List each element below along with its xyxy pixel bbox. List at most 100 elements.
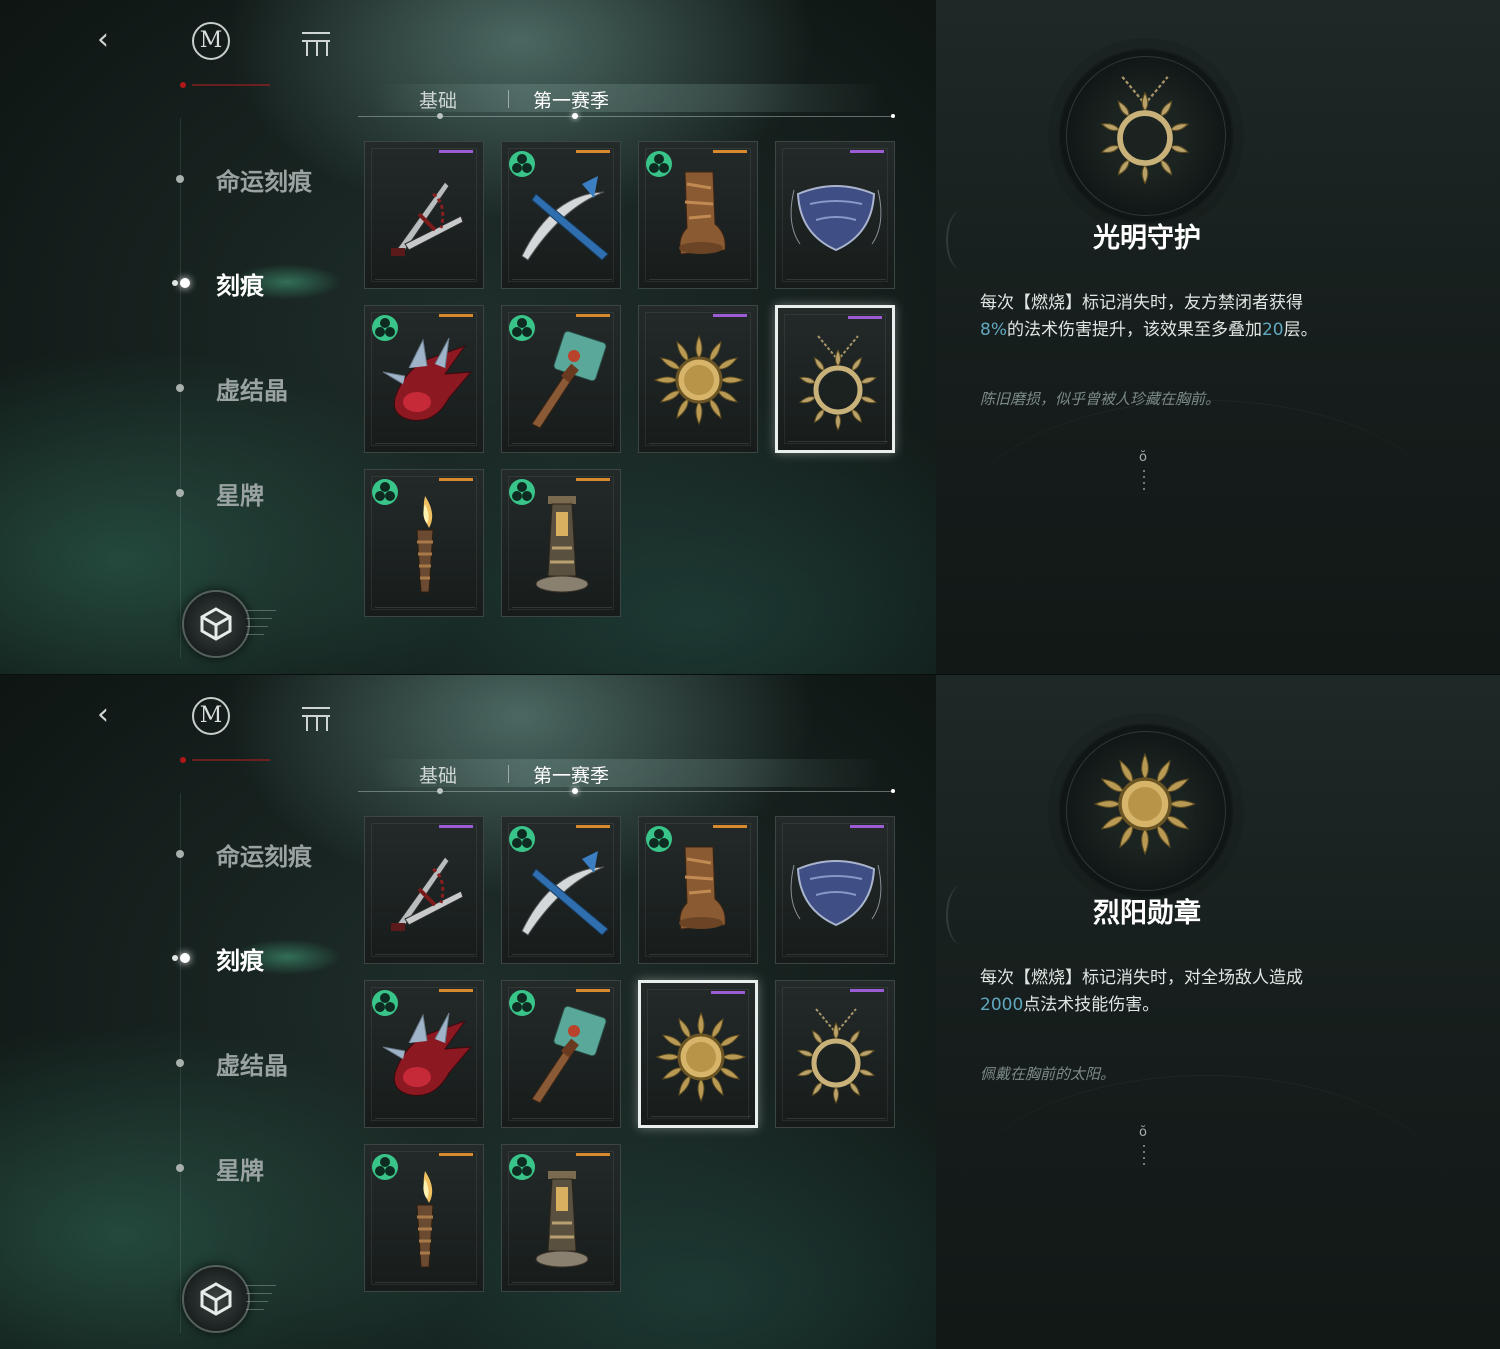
sidebar-dot [180,953,190,963]
item-card[interactable] [501,1144,621,1292]
description-text: 点法术技能伤害。 [1023,995,1160,1015]
rarity-bar [576,150,610,153]
item-description: 每次【燃烧】标记消失时，友方禁闭者获得 8%的法术伤害提升，该效果至多叠加20层。 [980,290,1320,344]
sidebar-dot [176,1164,184,1172]
crossed-blades-icon [512,839,612,943]
item-card[interactable] [775,305,895,453]
highlight-value: 20 [1261,320,1284,340]
menu-button[interactable] [302,28,330,56]
tab-divider [508,90,509,108]
rarity-bar [576,825,610,828]
tab[interactable]: 第一赛季 [533,761,609,788]
red-crystal-icon [375,328,475,432]
m-logo-icon[interactable]: M [192,697,230,735]
item-grid [364,141,898,621]
item-card[interactable] [364,305,484,453]
rarity-bar [439,1153,473,1156]
item-card[interactable] [638,141,758,289]
card-footer-line [375,1282,475,1283]
item-card[interactable] [501,305,621,453]
back-button[interactable]: ‹ [88,22,118,58]
scroll-marker-icon: ŏ [1139,450,1148,490]
rarity-bar [713,825,747,828]
item-card[interactable] [364,816,484,964]
item-title: 光明守护 [1093,223,1201,254]
card-footer-line [375,954,475,955]
lantern-pillar-icon [512,1167,612,1271]
sidebar-dot [176,850,184,858]
item-card[interactable] [775,141,895,289]
description-text: 每次【燃烧】标记消失时，友方禁闭者获得 [980,293,1303,313]
tab[interactable]: 基础 [419,761,457,788]
sun-necklace-icon [788,330,888,434]
rarity-bar [439,825,473,828]
rarity-bar [576,314,610,317]
item-card[interactable] [364,141,484,289]
description-text: 每次【燃烧】标记消失时，对全场敌人造成 [980,968,1303,988]
item-card[interactable] [638,980,758,1128]
active-dot [172,280,178,286]
card-footer-line [788,441,888,442]
highlight-value: 8% [980,320,1007,340]
rarity-bar [439,314,473,317]
item-card[interactable] [775,980,895,1128]
crossed-blades-icon [512,164,612,268]
wooden-boot-icon [649,164,749,268]
rarity-bar [439,150,473,153]
sidebar-item-label: 星牌 [216,481,264,510]
rarity-bar [711,991,745,994]
menu-button[interactable] [302,703,330,731]
item-card[interactable] [501,816,621,964]
item-card[interactable] [638,816,758,964]
sidebar-item-label: 虚结晶 [216,1051,288,1080]
detail-background-arc [956,400,1456,661]
sidebar-dot [176,489,184,497]
m-logo-icon[interactable]: M [192,22,230,60]
tab-end-dot [891,789,895,793]
sidebar-item-label: 刻痕 [216,946,264,975]
sidebar-dot [180,278,190,288]
scroll-marker-icon: ŏ [1139,1125,1148,1165]
sidebar-item-label: 虚结晶 [216,376,288,405]
detail-panel: 烈阳勋章 每次【燃烧】标记消失时，对全场敌人造成 2000点法术技能伤害。 佩戴在胸前… [936,675,1500,1349]
item-card[interactable] [364,469,484,617]
torch-icon [375,492,475,596]
cube-decoration [246,606,280,642]
card-footer-line [649,954,749,955]
sidebar-dot [176,1059,184,1067]
back-button[interactable]: ‹ [88,697,118,733]
screen-divider [0,674,1500,675]
item-card[interactable] [364,980,484,1128]
card-footer-line [375,279,475,280]
flavor-text: 佩戴在胸前的太阳。 [980,1065,1116,1083]
tab-divider [508,765,509,783]
status-tag [180,82,270,88]
card-footer-line [786,1118,886,1119]
item-card[interactable] [638,305,758,453]
detail-panel: 光明守护 每次【燃烧】标记消失时，友方禁闭者获得 8%的法术伤害提升，该效果至多叠加… [936,0,1500,674]
tab[interactable]: 基础 [419,86,457,113]
card-footer-line [512,443,612,444]
item-card[interactable] [501,141,621,289]
cube-decoration [246,1281,280,1317]
card-footer-line [786,954,886,955]
highlight-value: 2000 [980,995,1024,1015]
rarity-bar [850,150,884,153]
item-card[interactable] [501,469,621,617]
sidebar-dot [176,175,184,183]
status-tag [180,757,270,763]
tab-indicator-dot [572,113,578,119]
description-text: 层。 [1283,320,1318,340]
sun-medal-icon [649,328,749,432]
item-card[interactable] [775,816,895,964]
item-card[interactable] [501,980,621,1128]
sun-medal-icon [1086,745,1204,863]
sun-medal-icon [651,1005,751,1109]
cube-button[interactable] [182,590,250,658]
rarity-bar [439,478,473,481]
item-card[interactable] [364,1144,484,1292]
tab-indicator-dot [572,788,578,794]
tab[interactable]: 第一赛季 [533,86,609,113]
cube-button[interactable] [182,1265,250,1333]
lantern-pillar-icon [512,492,612,596]
